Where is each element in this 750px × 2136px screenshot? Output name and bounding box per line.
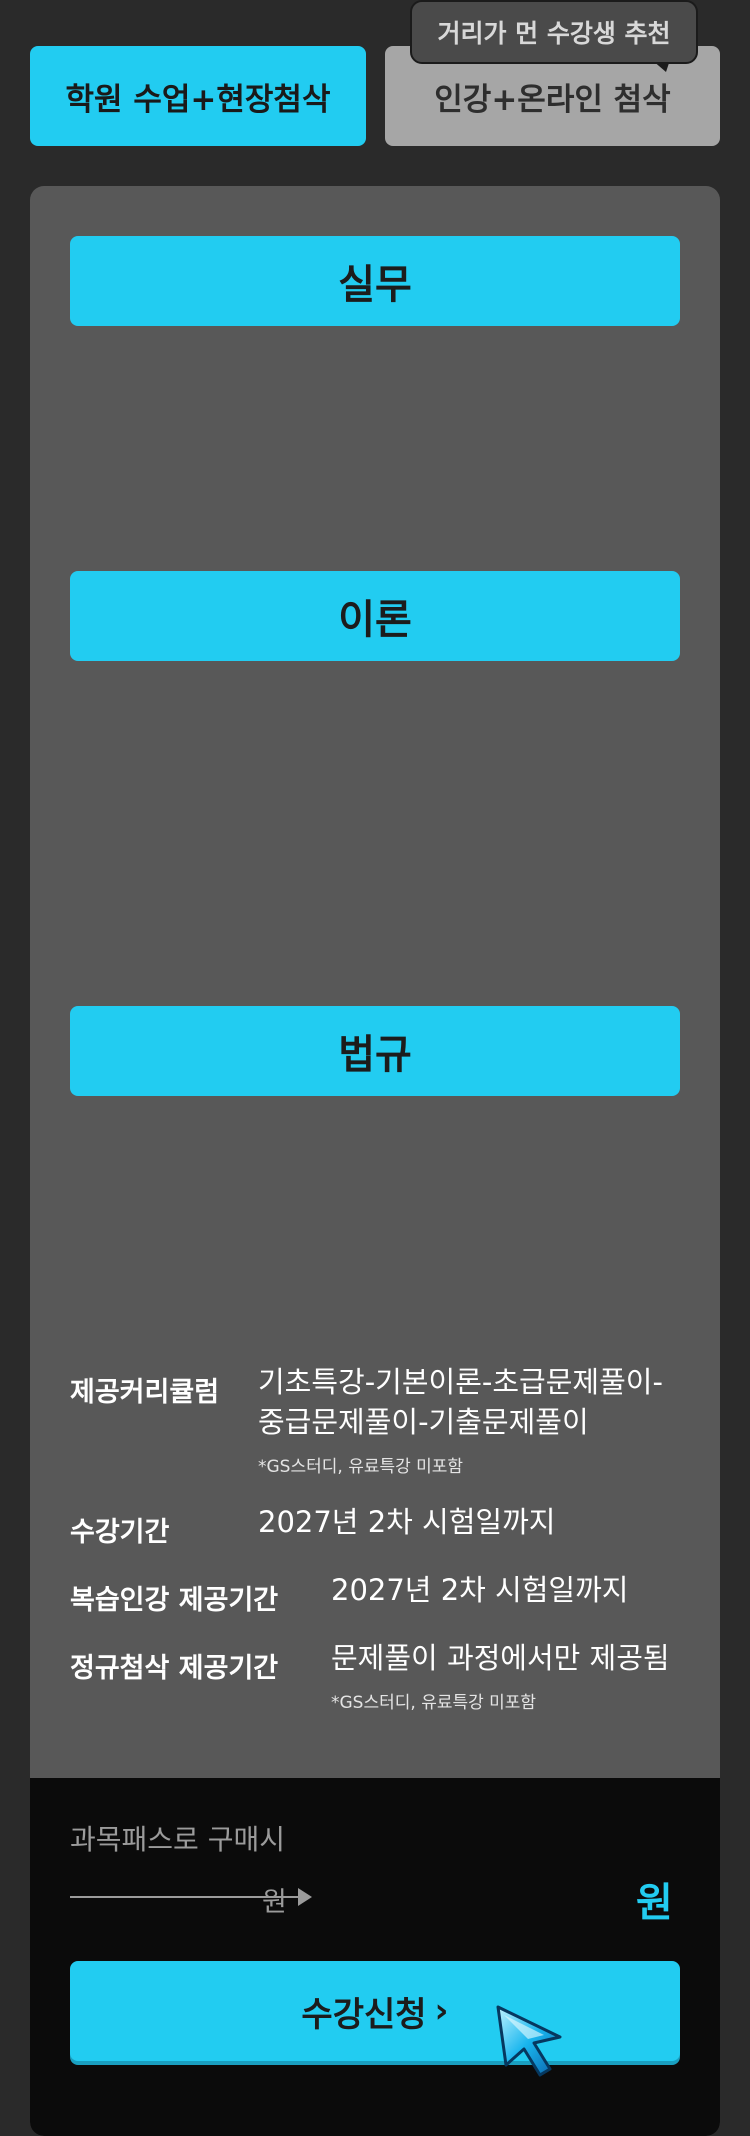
arrow-right-icon <box>298 1888 312 1906</box>
sale-price-unit: 원 <box>636 1880 673 1926</box>
period-value: 2027년 2차 시험일까지 <box>258 1505 556 1539</box>
apply-button[interactable]: 수강신청 › <box>70 1961 680 2061</box>
review-label: 복습인강 제공기간 <box>70 1585 279 1616</box>
period-label: 수강기간 <box>70 1517 170 1548</box>
curriculum-value-line2: 중급문제풀이-기출문제풀이 <box>258 1405 589 1439</box>
apply-button-label: 수강신청 <box>301 1994 427 2035</box>
purchase-footer: 과목패스로 구매시 원 원 수강신청 › <box>30 1778 720 2136</box>
subject-pass-caption: 과목패스로 구매시 <box>70 1823 285 1856</box>
curriculum-note: *GS스터디, 유료특강 미포함 <box>258 1457 464 1477</box>
section-law[interactable]: 법규 <box>70 1006 680 1096</box>
feedback-value: 문제풀이 과정에서만 제공됨 <box>331 1641 670 1675</box>
curriculum-label: 제공커리큘럼 <box>70 1377 220 1408</box>
review-value: 2027년 2차 시험일까지 <box>331 1573 629 1607</box>
original-price-unit: 원 <box>262 1887 287 1918</box>
course-panel: 실무 이론 법규 제공커리큘럼 기초특강-기본이론-초급문제풀이- 중급문제풀이… <box>30 186 720 2136</box>
cursor-arrow-icon <box>496 2005 562 2077</box>
chevron-right-icon: › <box>434 1991 449 2031</box>
section-practice[interactable]: 실무 <box>70 236 680 326</box>
feedback-note: *GS스터디, 유료특강 미포함 <box>331 1693 537 1713</box>
recommend-tooltip: 거리가 먼 수강생 추천 <box>410 0 698 64</box>
section-theory[interactable]: 이론 <box>70 571 680 661</box>
tab-academy-onsite[interactable]: 학원 수업+현장첨삭 <box>30 46 366 146</box>
feedback-label: 정규첨삭 제공기간 <box>70 1653 279 1684</box>
curriculum-value-line1: 기초특강-기본이론-초급문제풀이- <box>258 1365 663 1399</box>
